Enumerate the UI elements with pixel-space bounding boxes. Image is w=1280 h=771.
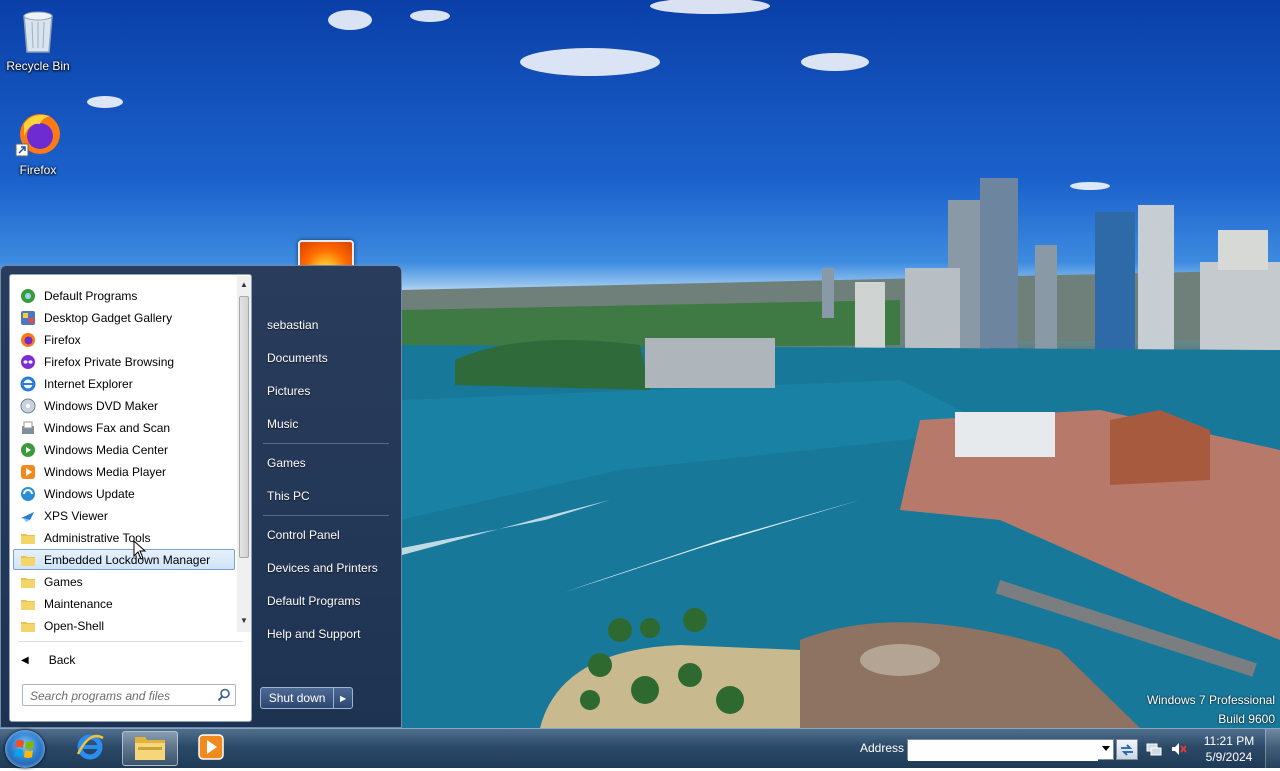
os-build-watermark: Build 9600 [1218,712,1275,726]
desktop-icon-label: Firefox [19,163,57,177]
folder-icon [20,618,36,634]
folder-icon [20,530,36,546]
network-icon[interactable] [1146,741,1162,757]
dvd-maker-icon [20,398,36,414]
program-list-scrollbar[interactable]: ▲ ▼ [237,276,251,632]
media-player-icon [20,464,36,480]
program-folder-administrative-tools[interactable]: Administrative Tools [13,527,235,548]
search-box[interactable] [22,684,236,707]
windows-update-icon [20,486,36,502]
program-item-xps-viewer[interactable]: XPS Viewer [13,505,235,526]
taskbar-internet-explorer[interactable] [62,731,118,766]
address-input[interactable] [908,740,1098,761]
address-toolbar-label: Address [860,741,905,755]
start-menu: Default Programs Desktop Gadget Gallery … [0,265,402,728]
fax-scan-icon [20,420,36,436]
taskbar: Address 11:21 PM 5/9/2024 [0,728,1280,768]
firefox-icon [0,110,76,161]
divider [263,515,389,516]
system-clock[interactable]: 11:21 PM 5/9/2024 [1196,733,1262,765]
media-center-icon [20,442,36,458]
address-go-button[interactable] [1116,739,1138,760]
program-folder-embedded-lockdown-manager[interactable]: Embedded Lockdown Manager [13,549,235,570]
start-item-pictures[interactable]: Pictures [263,377,391,405]
start-item-games[interactable]: Games [263,449,391,477]
firefox-icon [20,332,36,348]
internet-explorer-icon [75,732,105,765]
firefox-private-icon [20,354,36,370]
start-item-default-programs[interactable]: Default Programs [263,587,391,615]
program-folder-games[interactable]: Games [13,571,235,592]
back-arrow-icon: ◀ [21,654,29,666]
os-edition-watermark: Windows 7 Professional [1146,693,1275,707]
divider [263,443,389,444]
start-item-this-pc[interactable]: This PC [263,482,391,510]
shutdown-button-group: Shut down ▶ [260,687,353,709]
program-item-media-center[interactable]: Windows Media Center [13,439,235,460]
taskbar-file-explorer[interactable] [122,731,178,766]
program-item-media-player[interactable]: Windows Media Player [13,461,235,482]
start-item-devices-printers[interactable]: Devices and Printers [263,554,391,582]
scroll-up-arrow-icon[interactable]: ▲ [237,278,251,292]
recycle-bin-icon [0,6,76,57]
program-folder-open-shell[interactable]: Open-Shell [13,615,235,636]
gadget-gallery-icon [20,310,36,326]
media-player-icon [197,733,225,764]
clock-time: 11:21 PM [1203,734,1255,748]
program-item-firefox-private[interactable]: Firefox Private Browsing [13,351,235,372]
start-button[interactable] [5,730,45,768]
volume-muted-icon[interactable] [1171,741,1187,757]
desktop-icon-label: Recycle Bin [6,59,70,73]
default-programs-icon [20,288,36,304]
search-icon[interactable] [217,688,231,702]
desktop-icon-firefox[interactable]: Firefox [0,110,76,177]
xps-viewer-icon [20,508,36,524]
program-item-dvd-maker[interactable]: Windows DVD Maker [13,395,235,416]
program-item-gadget-gallery[interactable]: Desktop Gadget Gallery [13,307,235,328]
program-item-windows-update[interactable]: Windows Update [13,483,235,504]
program-item-internet-explorer[interactable]: Internet Explorer [13,373,235,394]
chevron-down-icon[interactable] [1102,746,1110,751]
scroll-down-arrow-icon[interactable]: ▼ [237,614,251,628]
program-item-default-programs[interactable]: Default Programs [13,285,235,306]
program-folder-maintenance[interactable]: Maintenance [13,593,235,614]
program-item-fax-scan[interactable]: Windows Fax and Scan [13,417,235,438]
desktop-icon-recycle-bin[interactable]: Recycle Bin [0,6,76,73]
mouse-cursor-icon [133,540,147,560]
shutdown-options-arrow-icon[interactable]: ▶ [334,694,352,703]
program-list: Default Programs Desktop Gadget Gallery … [10,275,236,635]
start-item-documents[interactable]: Documents [263,344,391,372]
back-button[interactable]: ◀ Back [14,649,239,671]
start-menu-programs-pane: Default Programs Desktop Gadget Gallery … [9,274,252,722]
shutdown-button[interactable]: Shut down [261,688,335,708]
show-desktop-button[interactable] [1265,729,1280,768]
go-arrow-icon [1121,743,1133,756]
start-item-control-panel[interactable]: Control Panel [263,521,391,549]
internet-explorer-icon [20,376,36,392]
start-item-user-folder[interactable]: sebastian [263,311,391,339]
divider [18,641,243,642]
address-bar[interactable] [907,739,1114,761]
program-item-firefox[interactable]: Firefox [13,329,235,350]
folder-icon [20,552,36,568]
file-explorer-icon [134,733,166,764]
windows-logo-icon [14,740,34,758]
start-item-help-support[interactable]: Help and Support [263,620,391,648]
taskbar-media-player[interactable] [183,731,239,766]
scrollbar-thumb[interactable] [239,296,249,558]
start-item-music[interactable]: Music [263,410,391,438]
search-input[interactable] [23,685,222,707]
folder-icon [20,574,36,590]
folder-icon [20,596,36,612]
clock-date: 5/9/2024 [1205,750,1253,764]
